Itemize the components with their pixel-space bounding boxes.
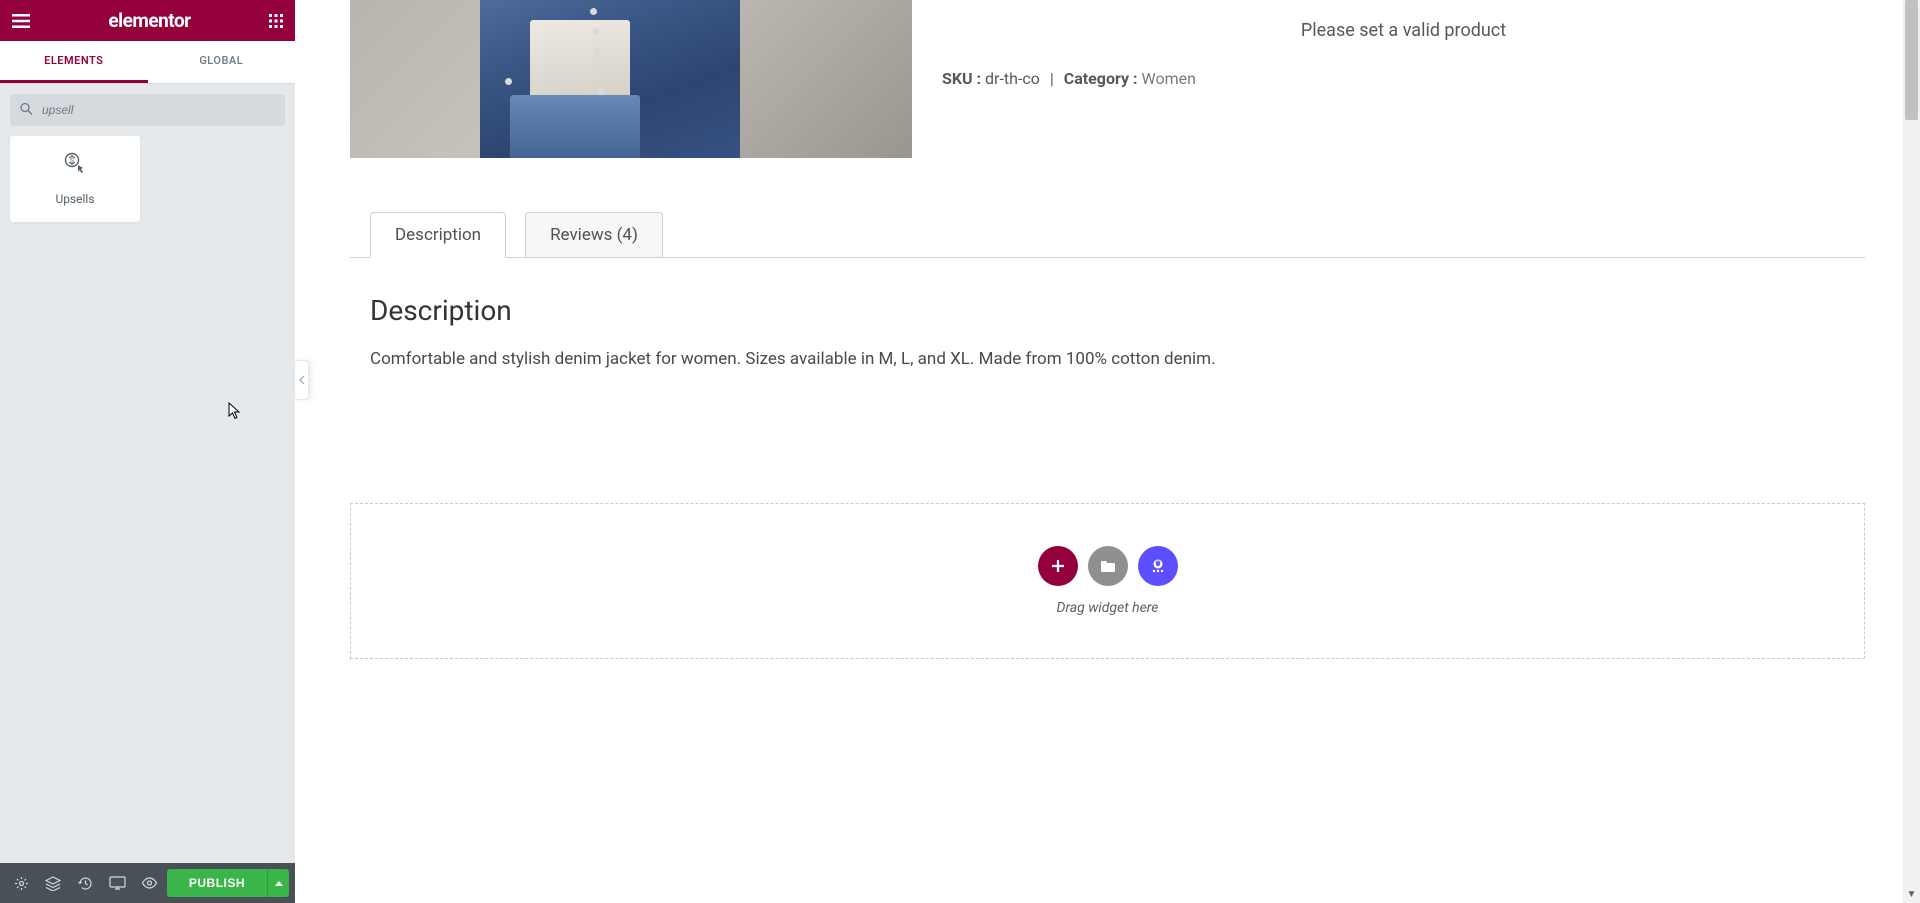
tab-description[interactable]: Description xyxy=(370,212,506,258)
meta-separator: | xyxy=(1050,69,1054,88)
product-info: Please set a valid product SKU : dr-th-c… xyxy=(942,0,1865,88)
ai-button[interactable] xyxy=(1138,546,1178,586)
search-input[interactable] xyxy=(10,94,285,126)
product-meta: SKU : dr-th-co | Category : Women xyxy=(942,69,1865,88)
settings-icon[interactable] xyxy=(6,868,36,898)
menu-icon[interactable] xyxy=(12,14,30,28)
product-tabs: Description Reviews (4) Description Comf… xyxy=(350,212,1865,393)
publish-group: PUBLISH xyxy=(167,869,289,897)
sku-label: SKU : xyxy=(942,69,981,88)
canvas-scrollbar[interactable]: ▲ ▼ xyxy=(1903,0,1920,903)
widget-search xyxy=(10,94,285,126)
widget-label: Upsells xyxy=(55,192,94,206)
product-notice: Please set a valid product xyxy=(942,20,1865,41)
description-heading: Description xyxy=(370,294,1845,327)
apps-grid-icon[interactable] xyxy=(269,14,283,28)
tab-elements[interactable]: ELEMENTS xyxy=(0,41,148,83)
template-library-button[interactable] xyxy=(1088,546,1128,586)
search-icon xyxy=(20,101,33,120)
product-hero: Please set a valid product SKU : dr-th-c… xyxy=(350,0,1865,158)
navigator-icon[interactable] xyxy=(38,868,68,898)
tab-reviews[interactable]: Reviews (4) xyxy=(525,212,663,257)
category-label: Category : xyxy=(1064,69,1138,88)
mouse-cursor xyxy=(228,402,242,424)
description-text: Comfortable and stylish denim jacket for… xyxy=(370,347,1845,373)
dropzone-buttons xyxy=(1038,546,1178,586)
sidebar-tabs: ELEMENTS GLOBAL xyxy=(0,41,295,84)
sidebar-header: elementor xyxy=(0,0,295,41)
description-panel: Description Comfortable and stylish deni… xyxy=(350,258,1865,393)
publish-button[interactable]: PUBLISH xyxy=(167,869,267,897)
tab-global[interactable]: GLOBAL xyxy=(148,41,296,83)
widget-upsells[interactable]: $ Upsells xyxy=(10,136,140,222)
add-section-dropzone[interactable]: Drag widget here xyxy=(350,503,1865,659)
tabs-nav: Description Reviews (4) xyxy=(350,212,1865,258)
responsive-icon[interactable] xyxy=(103,868,133,898)
elementor-sidebar: elementor ELEMENTS GLOBAL $ Upsells xyxy=(0,0,295,903)
dropzone-text: Drag widget here xyxy=(1057,600,1159,616)
category-link[interactable]: Women xyxy=(1141,69,1195,88)
editor-canvas: Please set a valid product SKU : dr-th-c… xyxy=(295,0,1920,903)
publish-options-caret[interactable] xyxy=(267,869,289,897)
widgets-list: $ Upsells xyxy=(0,136,295,222)
sku-value: dr-th-co xyxy=(985,69,1040,88)
scrollbar-thumb[interactable] xyxy=(1905,0,1918,120)
add-section-button[interactable] xyxy=(1038,546,1078,586)
preview-icon[interactable] xyxy=(135,868,165,898)
product-image[interactable] xyxy=(350,0,912,158)
history-icon[interactable] xyxy=(70,868,100,898)
sidebar-footer: PUBLISH xyxy=(0,863,295,903)
upsells-icon: $ xyxy=(61,152,89,180)
elementor-logo: elementor xyxy=(108,9,190,32)
scroll-down-arrow[interactable]: ▼ xyxy=(1903,886,1920,903)
